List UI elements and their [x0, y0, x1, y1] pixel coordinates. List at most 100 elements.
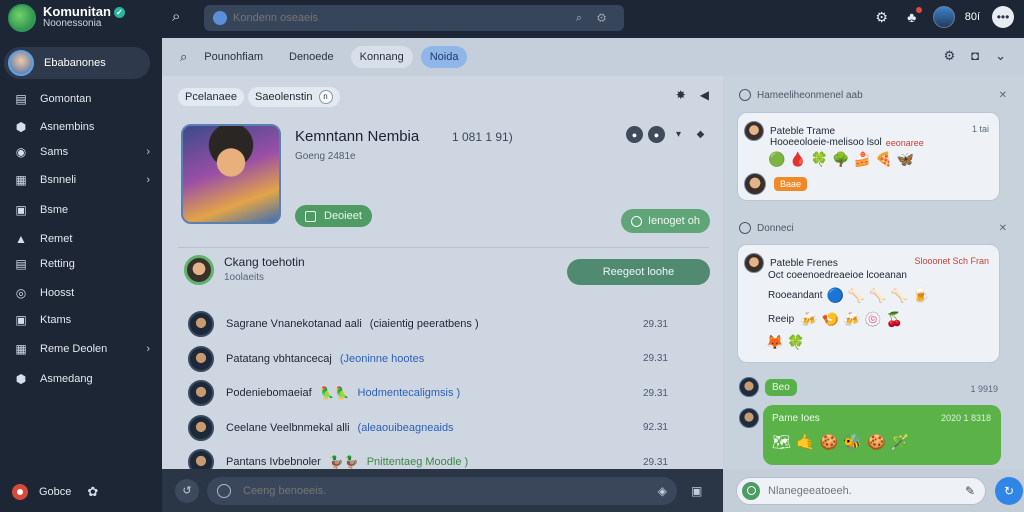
- dropdown-icon[interactable]: ▾: [670, 126, 687, 143]
- member-name: Pantans Ivbebnoler: [226, 456, 321, 469]
- bell-icon[interactable]: ♣: [901, 6, 923, 28]
- section-filter[interactable]: Saeolenstin n: [248, 87, 340, 107]
- megaphone-icon[interactable]: ◀: [700, 88, 709, 102]
- member-avatar: [188, 380, 214, 407]
- request-button[interactable]: Reegeot loohe: [567, 259, 710, 285]
- circle-icon[interactable]: ●: [626, 126, 643, 143]
- tab-item[interactable]: Noida: [420, 46, 468, 68]
- chevron-right-icon[interactable]: ›: [146, 174, 150, 186]
- member-tag[interactable]: (ciaientig peeratbens ): [370, 318, 479, 330]
- chat-composer: ✎ ↻: [723, 469, 1024, 512]
- sidebar-item-label: Hoosst: [40, 287, 75, 299]
- profile-avatar: [8, 50, 34, 76]
- settings-gear-icon[interactable]: ✿: [87, 484, 98, 500]
- back-arrow-icon[interactable]: ↺: [175, 478, 199, 503]
- reaction-chip[interactable]: Baae: [774, 177, 808, 191]
- sidebar-item[interactable]: ▦ Bsnneli ›: [0, 168, 162, 192]
- chevron-right-icon[interactable]: ›: [146, 146, 150, 158]
- pen-icon[interactable]: ✎: [965, 484, 975, 498]
- sidebar-bottom[interactable]: Gobce ✿: [0, 480, 162, 504]
- notification-count: 80í: [964, 11, 980, 23]
- top-bar: Komunitan✓ Noonessonia ⌕ ⌕ ⚙ ⚙ ♣ 80í •••: [0, 0, 1024, 38]
- tab-item[interactable]: Pounohfiam: [195, 46, 272, 68]
- app-logo-icon: [8, 4, 36, 32]
- section-label[interactable]: Pcelanaee: [178, 88, 244, 106]
- sidebar-item[interactable]: ▤ Retting: [0, 252, 162, 276]
- sidebar-item[interactable]: ⬢ Asmedang: [0, 367, 162, 391]
- member-tag[interactable]: (Jeoninne hootes: [340, 353, 424, 365]
- close-icon[interactable]: ✕: [999, 223, 1007, 234]
- send-button[interactable]: ↻: [995, 476, 1023, 505]
- chat-message-card[interactable]: Pateble Trame 1 tai Hooeeoloeie-melisoo …: [737, 112, 1000, 201]
- message-text: Oct coeenoedreaeioe lcoeanan: [768, 270, 907, 281]
- sidebar-item[interactable]: ◉ Sams ›: [0, 140, 162, 164]
- message-label: Rooeandant: [768, 290, 823, 301]
- tab-item[interactable]: Konnang: [350, 46, 413, 68]
- message-text: Hooeeoloeie-melisoo lsol: [770, 137, 882, 148]
- sidebar-item[interactable]: ⬢ Asnembins: [0, 115, 162, 139]
- member-tag[interactable]: Hodmentecaligmsis ): [358, 387, 461, 399]
- share-icon[interactable]: ◆: [692, 126, 709, 143]
- list-item[interactable]: Sagrane Vnanekotanad aali (ciaientig peer…: [188, 307, 698, 342]
- list-item[interactable]: Podeniebomaeiaf 🦜🦜 Hodmentecaligmsis ) 29.3…: [188, 376, 698, 411]
- chat-message-input[interactable]: [768, 484, 948, 497]
- sidebar-item-icon: ◉: [15, 145, 27, 159]
- member-tag[interactable]: (aleaouibeagneaids: [358, 422, 454, 434]
- divider: [178, 247, 709, 248]
- member-time: 29.31: [642, 456, 668, 468]
- settings-icon[interactable]: ✸: [676, 88, 686, 102]
- sidebar-item-icon: ▣: [15, 313, 27, 327]
- sidebar-item[interactable]: ▦ Reme Deolen ›: [0, 337, 162, 361]
- member-avatar: [188, 345, 214, 372]
- profile-pill[interactable]: Ebabanones: [4, 47, 150, 79]
- global-search-input[interactable]: [233, 12, 563, 24]
- member-tag[interactable]: Pnittentaeg Moodle ): [367, 456, 469, 468]
- list-item[interactable]: Ceelane Veelbnmekal alli (aleaouibeagneai…: [188, 411, 698, 446]
- tab-chevron-down-icon[interactable]: ⌄: [995, 48, 1006, 64]
- group-icon: [739, 89, 751, 101]
- image-icon[interactable]: ▣: [691, 484, 702, 498]
- user-avatar[interactable]: [932, 6, 955, 28]
- main-message-input[interactable]: [243, 484, 643, 497]
- sidebar: Ebabanones ▤ Gomontan ⬢ Asnembins ◉ Sams › ▦ Bsn…: [0, 38, 162, 512]
- list-item[interactable]: Patatang vbhtancecaj (Jeoninne hootes 29.3…: [188, 342, 698, 377]
- chat-message-field[interactable]: ✎: [736, 476, 986, 505]
- primary-action-button[interactable]: Deoieet: [295, 205, 372, 227]
- more-icon[interactable]: •••: [992, 6, 1014, 28]
- sidebar-item[interactable]: ▲ Remet: [0, 227, 162, 251]
- sidebar-item[interactable]: ▤ Gomontan: [0, 87, 162, 111]
- sidebar-item-icon: ▦: [15, 342, 27, 356]
- sidebar-item[interactable]: ▣ Bsme: [0, 198, 162, 222]
- member-time: 29.31: [642, 387, 668, 399]
- shield-icon[interactable]: ◈: [658, 484, 667, 498]
- tab-item[interactable]: Denoede: [280, 46, 343, 68]
- main-message-field[interactable]: ◈: [207, 476, 677, 505]
- search-icon[interactable]: ⌕: [172, 8, 180, 25]
- chat-bubble-large[interactable]: Pame Ioes 2020 1 8318 🗺🤙🍪🐝🍪🪄: [763, 405, 1001, 465]
- current-user-name: Ckang toehotin: [224, 255, 305, 269]
- main-panel: Pcelanaee Saeolenstin n ✸ ◀ Kemntann Nemb…: [162, 76, 723, 476]
- emoji-icon[interactable]: [742, 481, 760, 500]
- global-search[interactable]: ⌕ ⚙: [204, 5, 624, 31]
- sidebar-bottom-label: Gobce: [39, 486, 72, 498]
- brand[interactable]: Komunitan ✓ Noonessonia: [8, 4, 125, 32]
- chat-bubble[interactable]: Beo: [765, 379, 797, 396]
- app-subtitle: Noonessonia: [43, 18, 102, 29]
- sidebar-item-label: Bsme: [40, 204, 69, 216]
- chat-message-card[interactable]: Pateble Frenes Slooonet Sch Fran Oct coe…: [737, 244, 1000, 363]
- chevron-right-icon[interactable]: ›: [146, 343, 150, 355]
- message-author: Pateble Frenes: [770, 257, 838, 269]
- sidebar-item[interactable]: ▣ Ktams: [0, 308, 162, 332]
- secondary-action-button[interactable]: Ienoget oh: [621, 209, 710, 233]
- search-tools-icon[interactable]: ⌕ ⚙: [576, 12, 612, 25]
- close-icon[interactable]: ✕: [999, 90, 1007, 101]
- info-icon[interactable]: ●: [648, 126, 665, 143]
- tab-search-icon[interactable]: ⌕: [180, 49, 187, 65]
- gear-icon[interactable]: ⚙: [871, 6, 893, 28]
- tab-settings-icon[interactable]: ⚙: [944, 48, 956, 64]
- tab-inbox-icon[interactable]: ◘: [971, 48, 979, 64]
- message-emojis: 🦊🍀: [766, 334, 809, 350]
- emoji-icon[interactable]: [217, 483, 231, 498]
- message-avatar: [744, 253, 764, 273]
- sidebar-item[interactable]: ◎ Hoosst: [0, 281, 162, 305]
